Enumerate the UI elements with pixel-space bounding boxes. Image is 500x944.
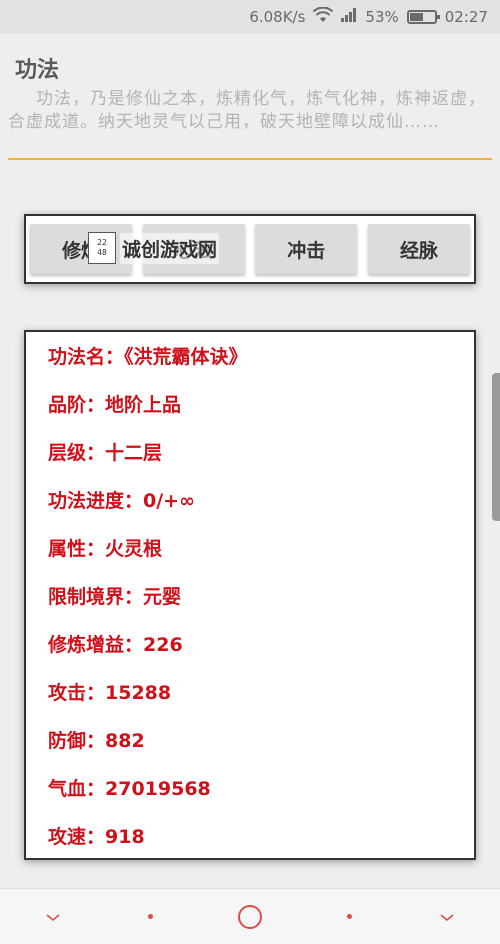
skill-info-panel: 功法名：《洪荒霸体诀》 品阶：地阶上品 层级：十二层 功法进度：0/+∞ 属性：… <box>24 330 476 860</box>
info-attack: 攻击：15288 <box>48 682 172 704</box>
chevron-down-icon[interactable] <box>43 907 63 926</box>
info-progress: 功法进度：0/+∞ <box>48 490 195 512</box>
clock: 02:27 <box>444 8 488 26</box>
watermark-text: 诚创游戏网 <box>120 232 220 264</box>
info-cultivation-bonus: 修炼增益：226 <box>48 634 183 656</box>
page-description: 功法，乃是修仙之本，炼精化气，炼气化神，炼神返虚，合虚成道。纳天地灵气以己用，破… <box>8 89 486 132</box>
watermark-badge-bottom: 48 <box>97 248 107 257</box>
scrollbar[interactable] <box>492 373 500 521</box>
nav-dot-icon[interactable] <box>147 914 153 919</box>
wifi-icon <box>313 6 334 27</box>
signal-icon <box>341 8 357 26</box>
nav-dot-icon[interactable] <box>347 914 353 919</box>
info-hp: 气血：27019568 <box>48 778 211 800</box>
tab-meridian-button[interactable]: 经脉 <box>367 224 470 274</box>
page-title: 功法 <box>15 58 60 83</box>
info-skill-name: 功法名：《洪荒霸体诀》 <box>48 346 248 368</box>
info-realm-limit: 限制境界：元婴 <box>48 586 182 608</box>
bottom-nav <box>0 888 500 944</box>
header-divider <box>8 158 492 160</box>
home-circle-icon[interactable] <box>237 904 262 929</box>
battery-percent: 53% <box>365 8 399 26</box>
watermark-badge-top: 22 <box>97 238 107 247</box>
network-speed: 6.08K/s <box>249 8 306 26</box>
watermark-badge: 22 48 <box>88 232 116 264</box>
info-attack-speed: 攻速：918 <box>48 826 145 848</box>
tab-breakthrough-button[interactable]: 冲击 <box>255 224 358 274</box>
battery-icon <box>406 10 440 24</box>
info-defense: 防御：882 <box>48 730 145 752</box>
info-attribute: 属性：火灵根 <box>48 538 163 560</box>
chevron-down-icon[interactable] <box>437 907 457 926</box>
status-bar: 6.08K/s 53% 02:27 <box>0 0 500 34</box>
info-grade: 品阶：地阶上品 <box>48 394 182 416</box>
watermark: 22 48 诚创游戏网 <box>88 228 248 268</box>
info-level: 层级：十二层 <box>48 442 163 464</box>
battery-fill <box>409 13 423 21</box>
